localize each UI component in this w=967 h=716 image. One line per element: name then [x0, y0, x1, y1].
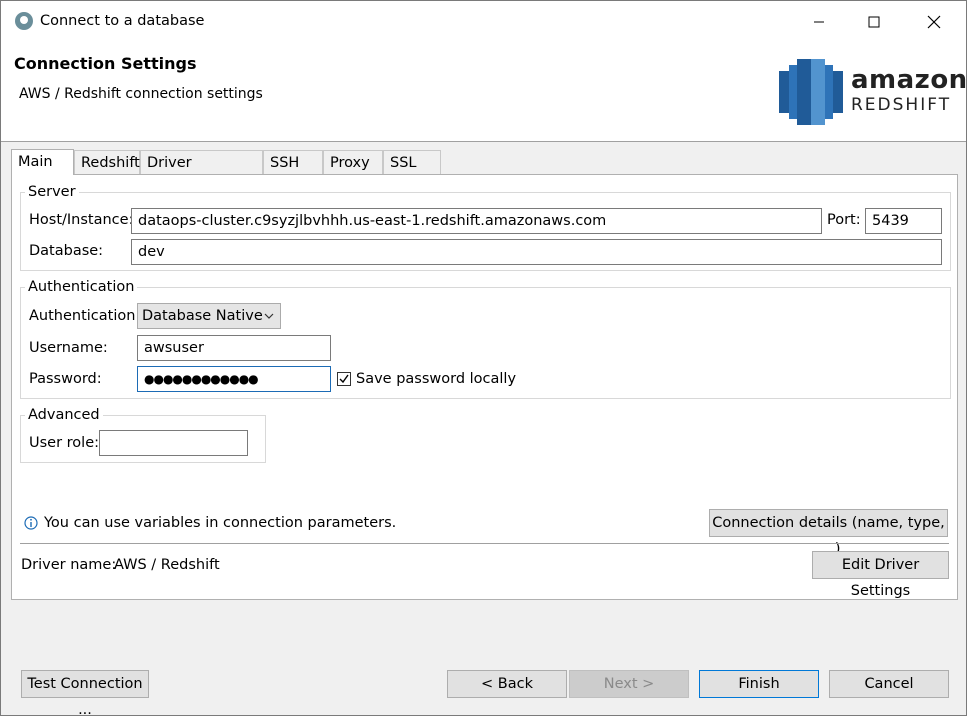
username-label: Username: — [29, 340, 108, 356]
tab-driver-properties[interactable]: Driver properties — [140, 150, 263, 195]
test-connection-label: Test Connection ... — [27, 676, 143, 716]
minimize-icon — [814, 21, 824, 23]
variables-info-text: You can use variables in connection para… — [44, 515, 397, 531]
main-tab-panel: Server Host/Instance: dataops-cluster.c9… — [11, 174, 958, 600]
dialog-header: Connection Settings AWS / Redshift conne… — [1, 43, 966, 142]
info-icon — [24, 516, 38, 530]
database-label: Database: — [29, 243, 104, 259]
chevron-down-icon — [264, 313, 274, 319]
logo-text-redshift: REDSHIFT — [851, 95, 952, 115]
checkmark-icon — [339, 374, 349, 384]
port-input[interactable]: 5439 — [865, 208, 942, 234]
next-button[interactable]: Next > — [569, 670, 689, 698]
back-button[interactable]: < Back — [447, 670, 567, 698]
authentication-select[interactable]: Database Native — [137, 303, 281, 329]
maximize-button[interactable] — [851, 1, 897, 43]
tab-ssl[interactable]: SSL — [383, 150, 441, 174]
authentication-label: Authentication: — [29, 308, 141, 324]
back-label: < Back — [481, 676, 533, 692]
host-label: Host/Instance: — [29, 212, 134, 228]
redshift-logo-icon — [779, 59, 843, 125]
tab-proxy[interactable]: Proxy — [323, 150, 383, 174]
host-input[interactable]: dataops-cluster.c9syzjlbvhhh.us-east-1.r… — [131, 208, 822, 234]
database-input[interactable]: dev — [131, 239, 942, 265]
password-input[interactable]: ●●●●●●●●●●●● — [137, 366, 331, 392]
tab-main[interactable]: Main — [11, 149, 74, 175]
save-password-label[interactable]: Save password locally — [356, 371, 516, 387]
finish-label: Finish — [738, 676, 780, 692]
password-label: Password: — [29, 371, 102, 387]
username-input[interactable]: awsuser — [137, 335, 331, 361]
next-label: Next > — [603, 676, 655, 692]
finish-button[interactable]: Finish — [699, 670, 819, 698]
maximize-icon — [868, 16, 880, 28]
separator — [20, 543, 949, 544]
driver-name-label: Driver name: — [21, 557, 117, 573]
tab-redshift[interactable]: Redshift — [74, 150, 140, 174]
cancel-button[interactable]: Cancel — [829, 670, 949, 698]
title-bar: Connect to a database — [1, 1, 966, 43]
advanced-legend: Advanced — [28, 407, 100, 423]
port-label: Port: — [827, 212, 861, 228]
connection-details-button[interactable]: Connection details (name, type, ... ) — [709, 509, 948, 557]
window-title: Connect to a database — [40, 13, 205, 29]
driver-name-value: AWS / Redshift — [114, 557, 220, 573]
tab-ssh[interactable]: SSH — [263, 150, 323, 174]
server-legend: Server — [28, 184, 76, 200]
edit-driver-settings-button[interactable]: Edit Driver Settings — [812, 551, 949, 599]
minimize-button[interactable] — [796, 1, 842, 43]
save-password-checkbox[interactable] — [337, 372, 351, 386]
authentication-legend: Authentication — [28, 279, 135, 295]
page-title: Connection Settings — [14, 54, 197, 73]
user-role-label: User role: — [29, 435, 100, 451]
cancel-label: Cancel — [864, 676, 914, 692]
user-role-input[interactable] — [99, 430, 248, 456]
close-icon — [927, 15, 941, 29]
authentication-select-value: Database Native — [142, 308, 263, 324]
amazon-redshift-logo: amazon REDSHIFT — [779, 57, 966, 127]
logo-text-amazon: amazon — [851, 65, 967, 95]
close-button[interactable] — [911, 1, 957, 43]
connect-dialog: Connect to a database Connection Setting… — [0, 0, 967, 716]
test-connection-button[interactable]: Test Connection ... — [21, 670, 149, 715]
app-icon — [15, 12, 33, 30]
page-subtitle: AWS / Redshift connection settings — [19, 86, 263, 102]
